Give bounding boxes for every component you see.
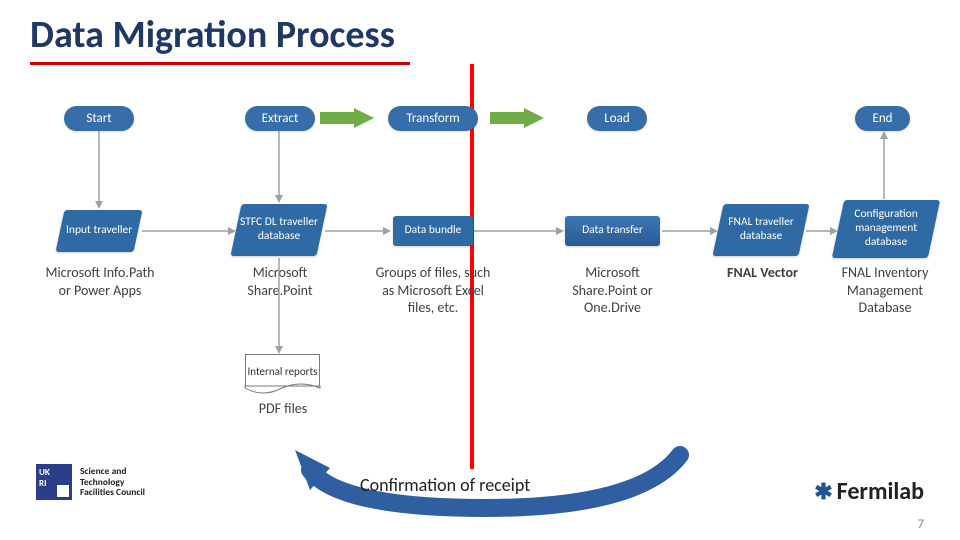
page-number: 7	[917, 517, 924, 532]
page-title: Data Migration Process	[30, 12, 395, 58]
ukri-text: Science and Technology Facilities Counci…	[80, 466, 145, 499]
box-data-bundle: Data bundle	[393, 216, 473, 246]
fermilab-logo: ✱ Fermilab	[814, 477, 924, 506]
title-underline	[30, 62, 410, 65]
stage-end: End	[855, 106, 910, 131]
connector-line	[662, 230, 718, 232]
arrow-icon	[490, 108, 544, 128]
caption-sharepoint: Microsoft Share.Point	[225, 264, 335, 299]
ukri-icon: UK RI	[36, 464, 72, 500]
connector-line	[278, 131, 280, 203]
box-internal-reports: Internal reports	[245, 354, 320, 388]
box-input-traveller: Input traveller	[56, 210, 143, 252]
caption-pdf: PDF files	[248, 400, 318, 418]
caption-sharepoint-onedrive: Microsoft Share.Point or One.Drive	[555, 264, 670, 317]
caption-files: Groups of files, such as Microsoft Excel…	[373, 264, 493, 317]
connector-line	[883, 131, 885, 199]
stage-load: Load	[587, 106, 647, 131]
ukri-logo: UK RI Science and Technology Facilities …	[36, 464, 145, 500]
arrow-icon	[320, 108, 374, 128]
connector-line	[474, 230, 564, 232]
document-icon	[245, 386, 320, 398]
caption-vector: FNAL Vector	[715, 264, 810, 282]
connector-line	[325, 230, 391, 232]
connector-line	[142, 230, 236, 232]
confirmation-label: Confirmation of receipt	[360, 474, 530, 496]
caption-infopath: Microsoft Info.Path or Power Apps	[40, 264, 160, 299]
box-config-db: Configuration management database	[832, 200, 940, 258]
connector-line	[806, 230, 838, 232]
box-data-transfer: Data transfer	[565, 216, 660, 246]
stage-transform: Transform	[388, 106, 478, 131]
connector-line	[98, 131, 100, 209]
stage-start: Start	[64, 106, 134, 131]
connector-line	[278, 258, 280, 354]
box-stfc-db: STFC DL traveller database	[230, 204, 327, 256]
box-fnal-db: FNAL traveller database	[712, 204, 809, 256]
fermilab-icon: ✱	[814, 478, 830, 505]
caption-inventory: FNAL Inventory Management Database	[820, 264, 950, 317]
stage-extract: Extract	[245, 106, 315, 131]
fermilab-text: Fermilab	[837, 477, 924, 506]
